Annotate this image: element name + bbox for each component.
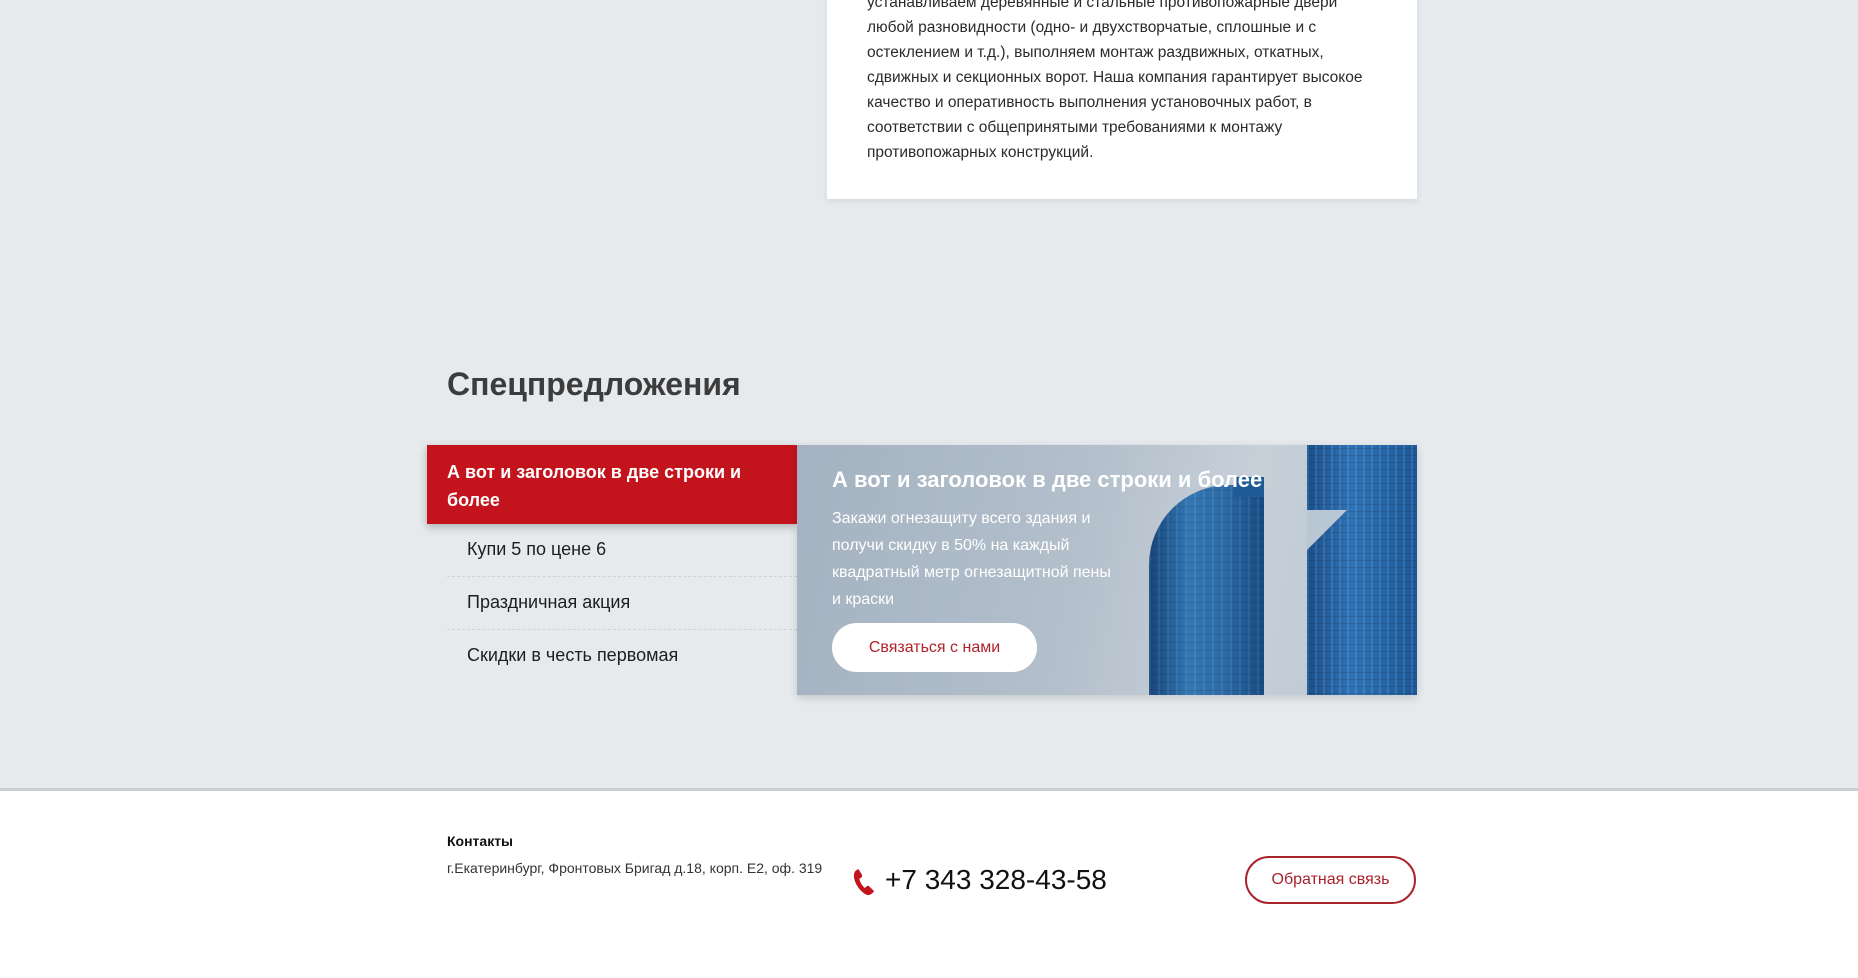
about-card: устанавливаем деревянные и стальные прот… [827, 0, 1417, 199]
skyscraper-image [1307, 445, 1417, 695]
phone-number[interactable]: +7 343 328-43-58 [885, 864, 1107, 896]
offers-block: А вот и заголовок в две строки и более К… [427, 445, 1417, 695]
about-line: качество и оперативность выполнения уста… [867, 94, 1312, 111]
about-line: сдвижных и секционных ворот. Наша компан… [867, 69, 1363, 86]
section-title: Спецпредложения [447, 366, 741, 402]
about-line: остеклением и т.д.), выполняем монтаж ра… [867, 44, 1324, 61]
offer-banner: А вот и заголовок в две строки и более З… [797, 445, 1417, 695]
offer-tab-active[interactable]: А вот и заголовок в две строки и более [427, 445, 821, 524]
about-line: устанавливаем деревянные и стальные прот… [867, 0, 1338, 11]
offer-tab-label: Скидки в честь первомая [467, 645, 679, 665]
offer-tab-label: Купи 5 по цене 6 [467, 539, 607, 559]
offer-tab-label: А вот и заголовок в две строки и более [447, 462, 742, 510]
banner-text: Закажи огнезащиту всего здания и получи … [832, 510, 1111, 608]
about-line: любой разновидности (одно- и двухстворча… [867, 19, 1317, 36]
address: г.Екатеринбург, Фронтовых Бригад д.18, к… [447, 860, 823, 876]
banner-title: А вот и заголовок в две строки и более [832, 467, 1263, 492]
offer-tab[interactable]: Купи 5 по цене 6 [447, 524, 797, 577]
about-text: устанавливаем деревянные и стальные прот… [867, 0, 1377, 165]
offer-tabs: А вот и заголовок в две строки и более К… [427, 445, 821, 695]
phone-icon [853, 869, 875, 896]
about-line: противопожарных конструкций. [867, 144, 1094, 161]
offer-tab[interactable]: Праздничная акция [447, 577, 797, 630]
feedback-button[interactable]: Обратная связь [1245, 856, 1416, 904]
offer-tab[interactable]: Скидки в честь первомая [447, 630, 797, 683]
contact-us-button[interactable]: Связаться с нами [832, 623, 1037, 672]
about-line: соответствии с общепринятыми требованиям… [867, 119, 1283, 136]
skyscraper-image [1149, 477, 1264, 695]
offer-tab-label: Праздничная акция [467, 592, 631, 612]
footer: Контакты г.Екатеринбург, Фронтовых Брига… [0, 791, 1858, 978]
contacts-heading: Контакты [447, 833, 514, 849]
